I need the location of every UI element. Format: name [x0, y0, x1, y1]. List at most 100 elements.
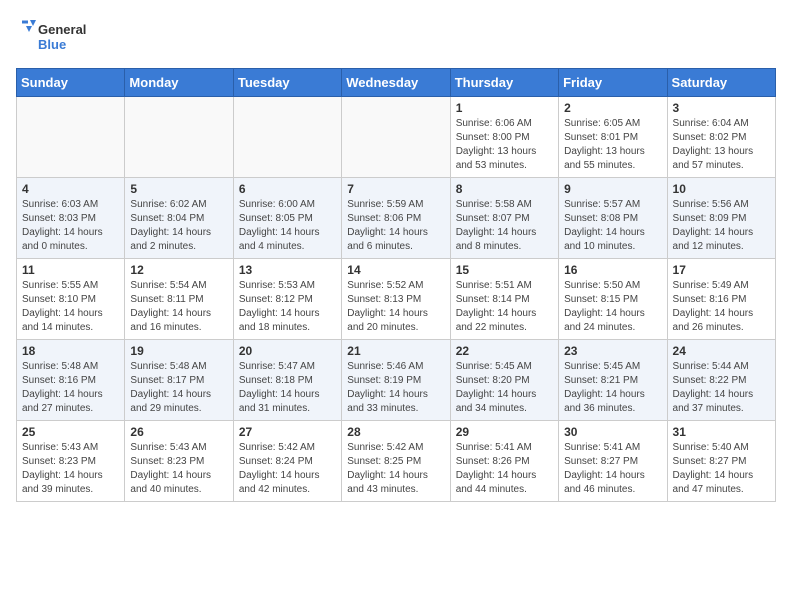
day-info: Sunrise: 5:50 AM Sunset: 8:15 PM Dayligh…: [564, 279, 661, 335]
day-info: Sunrise: 5:43 AM Sunset: 8:23 PM Dayligh…: [130, 441, 227, 497]
day-number: 4: [22, 182, 119, 196]
day-info: Sunrise: 5:48 AM Sunset: 8:16 PM Dayligh…: [22, 360, 119, 416]
day-info: Sunrise: 5:44 AM Sunset: 8:22 PM Dayligh…: [673, 360, 770, 416]
calendar-cell: 12 Sunrise: 5:54 AM Sunset: 8:11 PM Dayli…: [125, 259, 233, 340]
day-info: Sunrise: 5:49 AM Sunset: 8:16 PM Dayligh…: [673, 279, 770, 335]
day-info: Sunrise: 5:56 AM Sunset: 8:09 PM Dayligh…: [673, 198, 770, 254]
day-number: 24: [673, 344, 770, 358]
calendar-cell: 25 Sunrise: 5:43 AM Sunset: 8:23 PM Dayli…: [17, 421, 125, 502]
day-info: Sunrise: 5:41 AM Sunset: 8:27 PM Dayligh…: [564, 441, 661, 497]
day-info: Sunrise: 5:42 AM Sunset: 8:24 PM Dayligh…: [239, 441, 336, 497]
calendar-cell: 22 Sunrise: 5:45 AM Sunset: 8:20 PM Dayli…: [450, 340, 558, 421]
calendar-table: SundayMondayTuesdayWednesdayThursdayFrid…: [16, 68, 776, 502]
calendar-cell: 9Sunrise: 5:57 AM Sunset: 8:08 PM Daylig…: [559, 178, 667, 259]
day-info: Sunrise: 6:04 AM Sunset: 8:02 PM Dayligh…: [673, 117, 770, 173]
day-number: 15: [456, 263, 553, 277]
day-info: Sunrise: 6:06 AM Sunset: 8:00 PM Dayligh…: [456, 117, 553, 173]
day-number: 18: [22, 344, 119, 358]
calendar-cell: 2 Sunrise: 6:05 AM Sunset: 8:01 PM Daylig…: [559, 97, 667, 178]
day-number: 12: [130, 263, 227, 277]
calendar-cell: 18 Sunrise: 5:48 AM Sunset: 8:16 PM Dayli…: [17, 340, 125, 421]
day-header-monday: Monday: [125, 69, 233, 97]
day-number: 2: [564, 101, 661, 115]
calendar-cell: [342, 97, 450, 178]
day-info: Sunrise: 6:03 AM Sunset: 8:03 PM Dayligh…: [22, 198, 119, 254]
day-info: Sunrise: 5:45 AM Sunset: 8:21 PM Dayligh…: [564, 360, 661, 416]
calendar-cell: 29Sunrise: 5:41 AM Sunset: 8:26 PM Dayli…: [450, 421, 558, 502]
day-number: 20: [239, 344, 336, 358]
calendar-cell: 21 Sunrise: 5:46 AM Sunset: 8:19 PM Dayli…: [342, 340, 450, 421]
day-info: Sunrise: 5:47 AM Sunset: 8:18 PM Dayligh…: [239, 360, 336, 416]
day-number: 7: [347, 182, 444, 196]
day-info: Sunrise: 5:53 AM Sunset: 8:12 PM Dayligh…: [239, 279, 336, 335]
calendar-week-row: 1Sunrise: 6:06 AM Sunset: 8:00 PM Daylig…: [17, 97, 776, 178]
day-header-sunday: Sunday: [17, 69, 125, 97]
day-info: Sunrise: 5:52 AM Sunset: 8:13 PM Dayligh…: [347, 279, 444, 335]
day-number: 23: [564, 344, 661, 358]
day-number: 3: [673, 101, 770, 115]
calendar-cell: 3 Sunrise: 6:04 AM Sunset: 8:02 PM Daylig…: [667, 97, 775, 178]
day-info: Sunrise: 5:55 AM Sunset: 8:10 PM Dayligh…: [22, 279, 119, 335]
svg-text:Blue: Blue: [38, 37, 66, 52]
day-info: Sunrise: 5:45 AM Sunset: 8:20 PM Dayligh…: [456, 360, 553, 416]
calendar-cell: [233, 97, 341, 178]
day-info: Sunrise: 5:42 AM Sunset: 8:25 PM Dayligh…: [347, 441, 444, 497]
day-number: 30: [564, 425, 661, 439]
calendar-cell: 17 Sunrise: 5:49 AM Sunset: 8:16 PM Dayli…: [667, 259, 775, 340]
calendar-cell: 16 Sunrise: 5:50 AM Sunset: 8:15 PM Dayli…: [559, 259, 667, 340]
calendar-week-row: 4 Sunrise: 6:03 AM Sunset: 8:03 PM Daylig…: [17, 178, 776, 259]
day-info: Sunrise: 5:58 AM Sunset: 8:07 PM Dayligh…: [456, 198, 553, 254]
calendar-week-row: 18 Sunrise: 5:48 AM Sunset: 8:16 PM Dayli…: [17, 340, 776, 421]
day-info: Sunrise: 6:05 AM Sunset: 8:01 PM Dayligh…: [564, 117, 661, 173]
calendar-cell: 11 Sunrise: 5:55 AM Sunset: 8:10 PM Dayli…: [17, 259, 125, 340]
day-header-saturday: Saturday: [667, 69, 775, 97]
day-number: 14: [347, 263, 444, 277]
calendar-header-row: SundayMondayTuesdayWednesdayThursdayFrid…: [17, 69, 776, 97]
day-info: Sunrise: 5:48 AM Sunset: 8:17 PM Dayligh…: [130, 360, 227, 416]
calendar-cell: 31 Sunrise: 5:40 AM Sunset: 8:27 PM Dayli…: [667, 421, 775, 502]
day-info: Sunrise: 5:40 AM Sunset: 8:27 PM Dayligh…: [673, 441, 770, 497]
day-header-tuesday: Tuesday: [233, 69, 341, 97]
day-number: 17: [673, 263, 770, 277]
day-number: 6: [239, 182, 336, 196]
calendar-cell: 30 Sunrise: 5:41 AM Sunset: 8:27 PM Dayli…: [559, 421, 667, 502]
day-number: 21: [347, 344, 444, 358]
day-info: Sunrise: 5:43 AM Sunset: 8:23 PM Dayligh…: [22, 441, 119, 497]
svg-text:General: General: [38, 22, 86, 37]
day-number: 9: [564, 182, 661, 196]
calendar-cell: 13Sunrise: 5:53 AM Sunset: 8:12 PM Dayli…: [233, 259, 341, 340]
calendar-cell: [125, 97, 233, 178]
page-header: General Blue: [16, 16, 776, 56]
day-info: Sunrise: 5:41 AM Sunset: 8:26 PM Dayligh…: [456, 441, 553, 497]
day-number: 28: [347, 425, 444, 439]
day-info: Sunrise: 5:46 AM Sunset: 8:19 PM Dayligh…: [347, 360, 444, 416]
calendar-cell: 14 Sunrise: 5:52 AM Sunset: 8:13 PM Dayli…: [342, 259, 450, 340]
calendar-cell: 27 Sunrise: 5:42 AM Sunset: 8:24 PM Dayli…: [233, 421, 341, 502]
day-number: 25: [22, 425, 119, 439]
calendar-cell: 28 Sunrise: 5:42 AM Sunset: 8:25 PM Dayli…: [342, 421, 450, 502]
calendar-cell: 15 Sunrise: 5:51 AM Sunset: 8:14 PM Dayli…: [450, 259, 558, 340]
calendar-cell: 1Sunrise: 6:06 AM Sunset: 8:00 PM Daylig…: [450, 97, 558, 178]
calendar-cell: 19Sunrise: 5:48 AM Sunset: 8:17 PM Dayli…: [125, 340, 233, 421]
day-number: 27: [239, 425, 336, 439]
calendar-cell: 10 Sunrise: 5:56 AM Sunset: 8:09 PM Dayli…: [667, 178, 775, 259]
day-number: 11: [22, 263, 119, 277]
day-number: 31: [673, 425, 770, 439]
calendar-cell: 24 Sunrise: 5:44 AM Sunset: 8:22 PM Dayli…: [667, 340, 775, 421]
day-info: Sunrise: 5:59 AM Sunset: 8:06 PM Dayligh…: [347, 198, 444, 254]
calendar-cell: 26Sunrise: 5:43 AM Sunset: 8:23 PM Dayli…: [125, 421, 233, 502]
calendar-cell: [17, 97, 125, 178]
day-info: Sunrise: 5:51 AM Sunset: 8:14 PM Dayligh…: [456, 279, 553, 335]
day-number: 22: [456, 344, 553, 358]
day-number: 16: [564, 263, 661, 277]
day-header-friday: Friday: [559, 69, 667, 97]
calendar-cell: 6Sunrise: 6:00 AM Sunset: 8:05 PM Daylig…: [233, 178, 341, 259]
day-info: Sunrise: 5:54 AM Sunset: 8:11 PM Dayligh…: [130, 279, 227, 335]
logo-svg: General Blue: [16, 16, 106, 56]
calendar-cell: 4 Sunrise: 6:03 AM Sunset: 8:03 PM Daylig…: [17, 178, 125, 259]
day-number: 8: [456, 182, 553, 196]
day-number: 10: [673, 182, 770, 196]
calendar-cell: 7 Sunrise: 5:59 AM Sunset: 8:06 PM Daylig…: [342, 178, 450, 259]
day-header-wednesday: Wednesday: [342, 69, 450, 97]
calendar-cell: 23 Sunrise: 5:45 AM Sunset: 8:21 PM Dayli…: [559, 340, 667, 421]
